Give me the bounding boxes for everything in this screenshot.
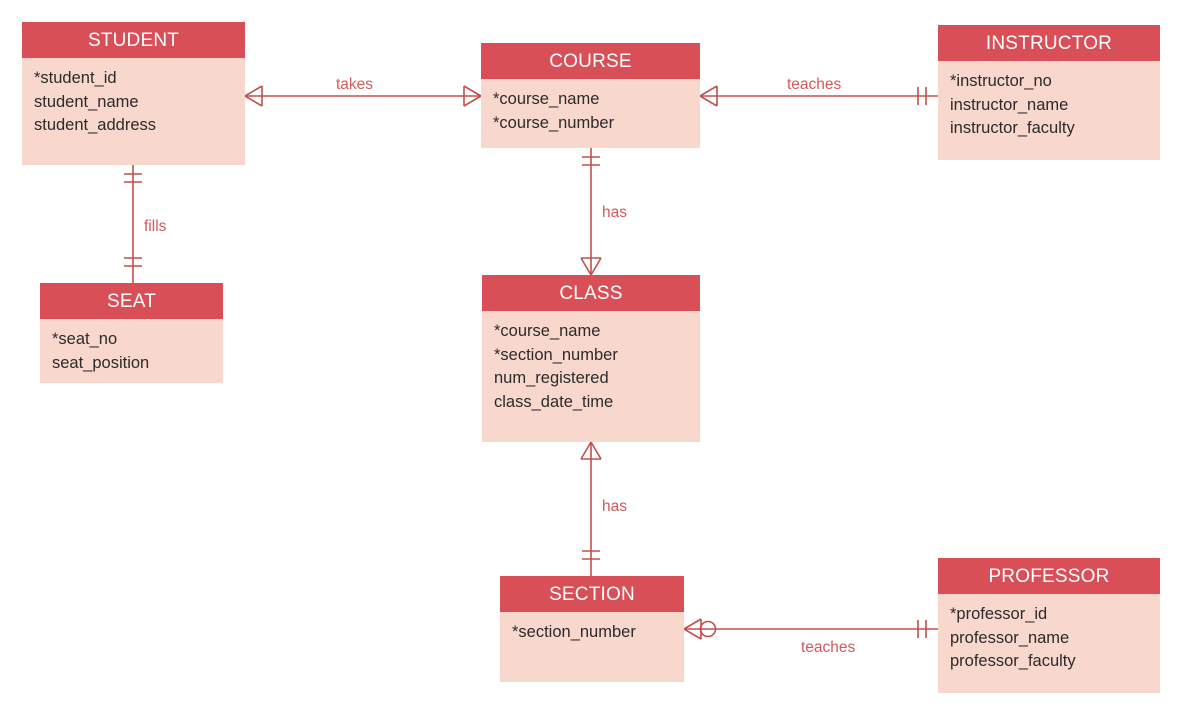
attribute: student_address <box>34 116 157 134</box>
entity-professor-title: PROFESSOR <box>938 558 1160 594</box>
onebar-has-course <box>582 156 600 166</box>
entity-instructor-title: INSTRUCTOR <box>938 25 1160 61</box>
attribute: professor_name <box>950 628 1070 647</box>
entity-section[interactable]: SECTION *section_number <box>500 576 684 682</box>
zero-circle-teaches-section <box>699 620 717 638</box>
attribute: *course_name <box>493 90 600 108</box>
relationship-label-fills: fills <box>144 218 167 235</box>
attribute: seat_position <box>52 353 150 372</box>
entity-class[interactable]: CLASS *course_name *section_number num_r… <box>482 275 700 442</box>
entity-section-title: SECTION <box>500 576 684 612</box>
entity-section-attributes: *section_number <box>500 612 684 645</box>
attribute: *seat_no <box>52 330 118 348</box>
attribute: instructor_faculty <box>950 119 1075 137</box>
relationship-label-has-course-class: has <box>602 204 627 221</box>
onebar-fills-seat <box>124 257 142 267</box>
entity-instructor[interactable]: INSTRUCTOR *instructor_no instructor_nam… <box>938 25 1160 160</box>
relationship-label-teaches-course-instructor: teaches <box>787 76 842 93</box>
entity-seat[interactable]: SEAT *seat_no seat_position <box>40 283 223 383</box>
entity-course-attributes: *course_name *course_number <box>481 79 700 135</box>
entity-instructor-attributes: *instructor_no instructor_name instructo… <box>938 61 1160 141</box>
attribute: *student_id <box>34 69 117 87</box>
entity-course-title: COURSE <box>481 43 700 79</box>
relationship-label-has-class-section: has <box>602 498 627 515</box>
attribute: num_registered <box>494 369 609 387</box>
entity-seat-attributes: *seat_no seat_position <box>40 319 223 375</box>
onebar-has-section <box>582 550 600 560</box>
relationship-label-teaches-section-professor: teaches <box>801 639 856 656</box>
onebar-teaches-instructor <box>917 87 927 105</box>
attribute: professor_faculty <box>950 652 1076 670</box>
attribute: *professor_id <box>950 605 1048 623</box>
er-diagram-canvas: STUDENT *student_id student_name student… <box>0 0 1201 724</box>
onebar-fills-student <box>124 173 142 183</box>
entity-student[interactable]: STUDENT *student_id student_name student… <box>22 22 245 165</box>
entity-student-title: STUDENT <box>22 22 245 58</box>
entity-student-attributes: *student_id student_name student_address <box>22 58 245 138</box>
attribute: student_name <box>34 92 139 111</box>
onebar-teaches-professor <box>917 620 927 638</box>
entity-course[interactable]: COURSE *course_name *course_number <box>481 43 700 148</box>
crowfoot-takes-course <box>463 85 482 107</box>
attribute: *instructor_no <box>950 72 1052 90</box>
attribute: instructor_name <box>950 95 1069 114</box>
crowfoot-takes-student <box>244 85 263 107</box>
crowfoot-teaches-course <box>699 85 718 107</box>
attribute: *course_name <box>494 322 601 340</box>
entity-seat-title: SEAT <box>40 283 223 319</box>
attribute: class_date_time <box>494 392 614 411</box>
attribute: *section_number <box>494 345 618 364</box>
attribute: *course_number <box>493 113 615 132</box>
entity-professor-attributes: *professor_id professor_name professor_f… <box>938 594 1160 674</box>
entity-class-title: CLASS <box>482 275 700 311</box>
relationship-label-takes: takes <box>336 76 374 93</box>
entity-professor[interactable]: PROFESSOR *professor_id professor_name p… <box>938 558 1160 693</box>
attribute: *section_number <box>512 623 636 641</box>
crowfoot-has-class-bottom <box>580 441 602 460</box>
crowfoot-has-class-top <box>580 257 602 276</box>
entity-class-attributes: *course_name *section_number num_registe… <box>482 311 700 414</box>
crowfoot-teaches-section <box>683 618 702 640</box>
